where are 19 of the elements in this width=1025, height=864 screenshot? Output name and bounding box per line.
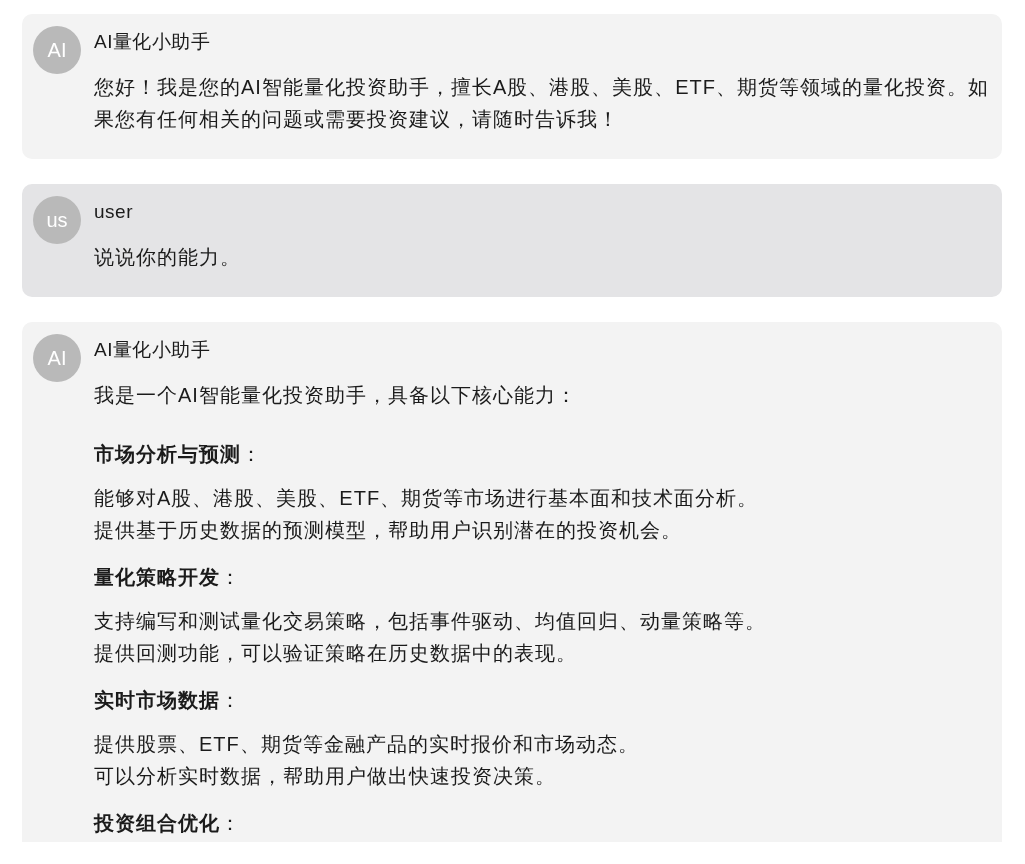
avatar: AI [33, 334, 81, 382]
message-text: 提供股票、ETF、期货等金融产品的实时报价和市场动态。 [94, 732, 639, 757]
section-heading: 市场分析与预测： [94, 442, 262, 467]
sender-name: user [94, 200, 133, 224]
message-text: 提供回测功能，可以验证策略在历史数据中的表现。 [94, 641, 577, 666]
message-text: 能够对A股、港股、美股、ETF、期货等市场进行基本面和技术面分析。 [94, 486, 759, 511]
message-text: 您好！我是您的AI智能量化投资助手，擅长A股、港股、美股、ETF、期货等领域的量化投资。如果您有任何相关的问题或需要投资建议，请随时告诉我！ [94, 75, 990, 132]
section-heading: 实时市场数据： [94, 688, 241, 713]
section-heading: 投资组合优化： [94, 811, 241, 836]
message-text: 支持编写和测试量化交易策略，包括事件驱动、均值回归、动量策略等。 [94, 609, 766, 634]
sender-name: AI量化小助手 [94, 338, 211, 362]
avatar: AI [33, 26, 81, 74]
section-heading: 量化策略开发： [94, 565, 241, 590]
message-text: 我是一个AI智能量化投资助手，具备以下核心能力： [94, 383, 578, 408]
avatar: us [33, 196, 81, 244]
sender-name: AI量化小助手 [94, 30, 211, 54]
message-text: 可以分析实时数据，帮助用户做出快速投资决策。 [94, 764, 556, 789]
message-text: 提供基于历史数据的预测模型，帮助用户识别潜在的投资机会。 [94, 518, 682, 543]
message-text: 说说你的能力。 [94, 245, 242, 270]
